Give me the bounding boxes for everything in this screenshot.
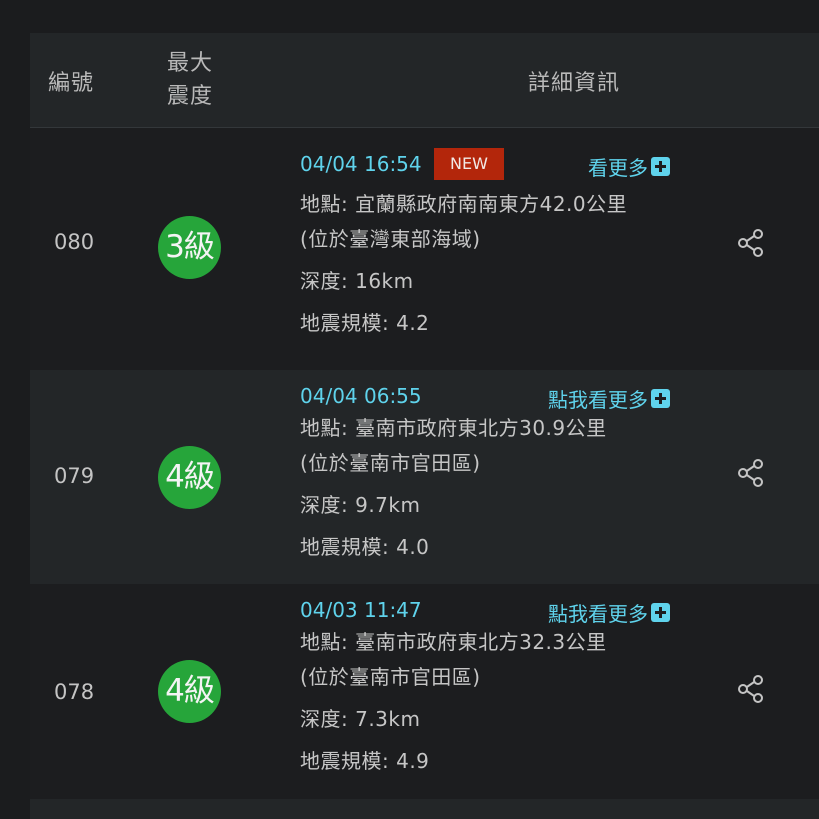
- table-header: 編號 最大 震度 詳細資訊: [30, 33, 819, 128]
- location-area-line: (位於臺南市官田區): [300, 451, 481, 475]
- intensity-badge: 4級: [158, 446, 221, 509]
- table-row: 079 4級 04/04 06:55 點我看更多 地點: 臺南市政府東北方30.…: [30, 370, 819, 584]
- event-time: 04/03 11:47: [300, 598, 422, 622]
- plus-icon[interactable]: [651, 389, 670, 408]
- event-number: 079: [54, 464, 95, 488]
- location-area-line: (位於臺灣東部海域): [300, 227, 481, 251]
- next-row-edge: [30, 799, 819, 819]
- header-number: 編號: [48, 71, 95, 96]
- intensity-badge: 4級: [158, 660, 221, 723]
- plus-icon[interactable]: [651, 157, 670, 176]
- magnitude-line: 地震規模: 4.9: [300, 749, 430, 773]
- magnitude-line: 地震規模: 4.2: [300, 311, 430, 335]
- intensity-badge: 3級: [158, 216, 221, 279]
- see-more-label[interactable]: 點我看更多: [548, 598, 648, 627]
- see-more-link[interactable]: 點我看更多: [548, 598, 670, 627]
- header-max-intensity: 最大 震度: [164, 47, 216, 113]
- header-max-intensity-line1: 最大: [166, 51, 213, 76]
- earthquake-table: 編號 最大 震度 詳細資訊 080 3級 04/04 16:54 NEW 看更多…: [30, 33, 819, 819]
- event-number: 080: [54, 230, 95, 254]
- location-line: 地點: 宜蘭縣政府南南東方42.0公里: [300, 192, 628, 216]
- table-row: 080 3級 04/04 16:54 NEW 看更多 地點: 宜蘭縣政府南南東方…: [30, 128, 819, 370]
- see-more-label[interactable]: 點我看更多: [548, 384, 648, 413]
- table-row: 078 4級 04/03 11:47 點我看更多 地點: 臺南市政府東北方32.…: [30, 584, 819, 799]
- event-time: 04/04 06:55: [300, 384, 422, 408]
- plus-icon[interactable]: [651, 603, 670, 622]
- header-detail: 詳細資訊: [528, 71, 621, 96]
- depth-line: 深度: 9.7km: [300, 493, 421, 517]
- event-time: 04/04 16:54: [300, 152, 422, 176]
- see-more-link[interactable]: 點我看更多: [548, 384, 670, 413]
- event-detail: 04/04 16:54 NEW 看更多 地點: 宜蘭縣政府南南東方42.0公里 …: [300, 148, 670, 336]
- location-line: 地點: 臺南市政府東北方30.9公里: [300, 416, 607, 440]
- location-area-line: (位於臺南市官田區): [300, 665, 481, 689]
- new-badge: NEW: [434, 148, 504, 180]
- depth-line: 深度: 16km: [300, 269, 414, 293]
- magnitude-line: 地震規模: 4.0: [300, 535, 430, 559]
- event-number: 078: [54, 680, 95, 704]
- event-detail: 04/04 06:55 點我看更多 地點: 臺南市政府東北方30.9公里 (位於…: [300, 384, 670, 560]
- see-more-label[interactable]: 看更多: [588, 152, 648, 181]
- share-icon[interactable]: [736, 674, 766, 704]
- event-detail: 04/03 11:47 點我看更多 地點: 臺南市政府東北方32.3公里 (位於…: [300, 598, 670, 774]
- share-icon[interactable]: [736, 458, 766, 488]
- location-line: 地點: 臺南市政府東北方32.3公里: [300, 630, 607, 654]
- share-icon[interactable]: [736, 228, 766, 258]
- header-max-intensity-line2: 震度: [166, 84, 213, 109]
- see-more-link[interactable]: 看更多: [588, 152, 670, 181]
- depth-line: 深度: 7.3km: [300, 707, 421, 731]
